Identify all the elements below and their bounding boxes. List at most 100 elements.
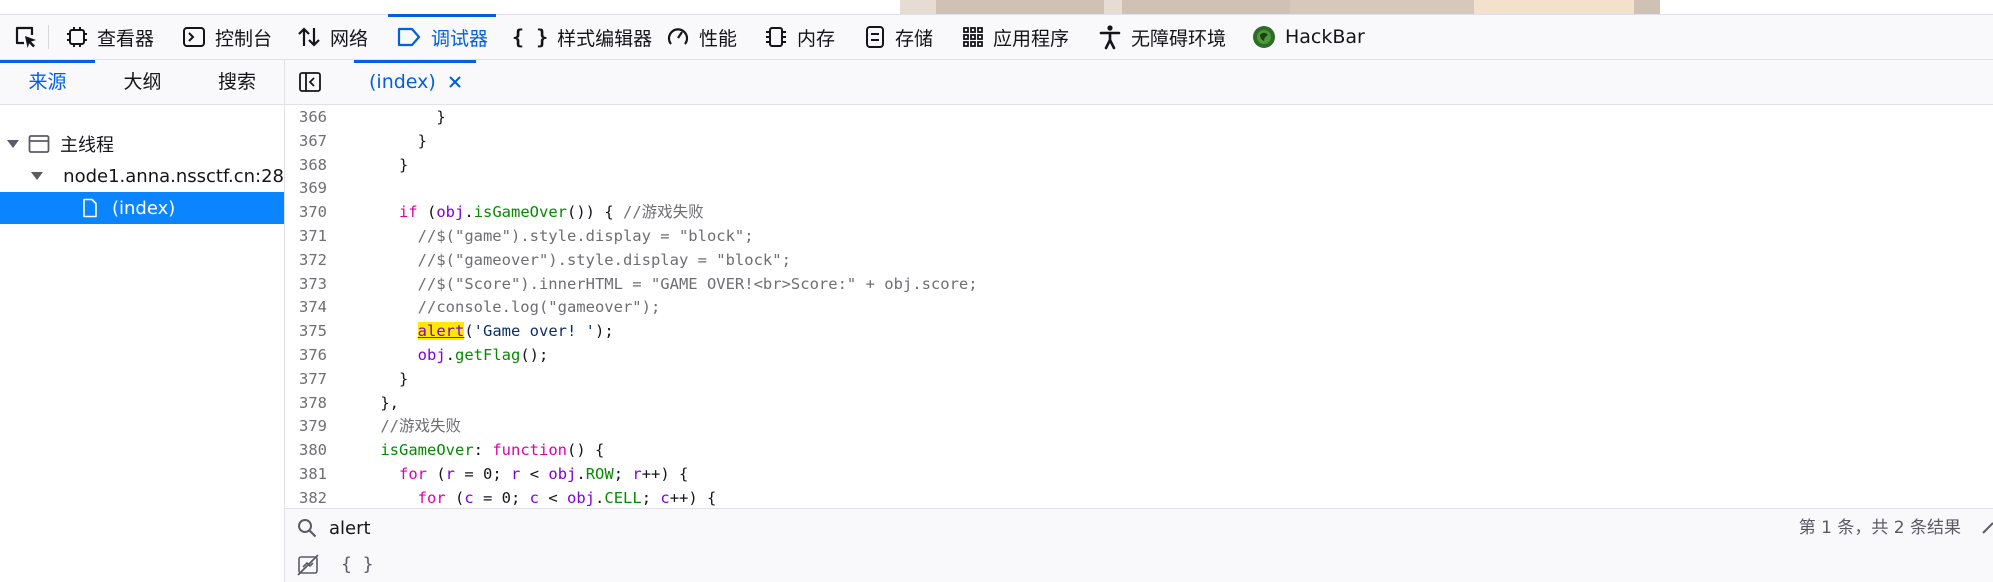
tab-memory[interactable]: 内存 [764, 15, 835, 59]
line-code: //$("Score").innerHTML = "GAME OVER!<br>… [343, 273, 978, 297]
page-content-strip [0, 0, 1993, 14]
tab-inspector[interactable]: 查看器 [66, 15, 154, 59]
code-token: . [464, 203, 474, 222]
code-token: < [520, 465, 549, 483]
code-token: ); [595, 322, 614, 341]
code-token: ; [641, 488, 661, 507]
line-number[interactable]: 367 [285, 130, 327, 154]
memory-icon [766, 27, 786, 47]
tree-item-index-file[interactable]: (index) [0, 192, 284, 224]
line-code: obj.getFlag(); [343, 344, 549, 368]
code-token: ++) { [641, 465, 689, 483]
line-number[interactable]: 372 [285, 249, 327, 273]
tab-accessibility[interactable]: 无障碍环境 [1098, 15, 1226, 59]
editor-tab-bar: (index) [285, 60, 1993, 105]
line-number[interactable]: 371 [285, 225, 327, 249]
code-editor[interactable]: 366 } 367 } 368 } 369 370 if (obj.isGameOver… [285, 106, 1993, 568]
tab-hackbar[interactable]: HackBar [1252, 15, 1365, 59]
chevron-down-icon[interactable] [31, 172, 43, 180]
devtools-toolbar: 查看器 控制台 网络 调试器 { } 样式编辑器 性能 内存 存储 应用程序 无… [0, 14, 1993, 60]
line-code: if (obj.isGameOver()) { //游戏失败 [343, 201, 704, 225]
page-image-fragment [1104, 0, 1122, 14]
code-line: 368 } [285, 154, 1993, 178]
tab-performance[interactable]: 性能 [666, 15, 737, 59]
tab-search[interactable]: 搜索 [190, 60, 284, 104]
tab-application[interactable]: 应用程序 [962, 15, 1069, 59]
code-token: . [595, 488, 605, 507]
line-number[interactable]: 376 [285, 344, 327, 368]
code-token: } [399, 155, 409, 174]
code-token: () { [566, 441, 605, 460]
network-icon [298, 27, 320, 47]
tab-storage[interactable]: 存储 [864, 15, 933, 59]
code-line: 371 //$("game").style.display = "block"; [285, 225, 1993, 249]
line-number[interactable]: 374 [285, 296, 327, 320]
tree-item-main-thread[interactable]: 主线程 [0, 128, 284, 160]
code-token: . [445, 346, 455, 364]
hackbar-icon [1253, 26, 1275, 48]
close-icon[interactable] [448, 75, 462, 89]
tree-item-label: node1.anna.nssctf.cn:28 [63, 165, 284, 187]
line-number[interactable]: 380 [285, 439, 327, 463]
tree-item-host[interactable]: node1.anna.nssctf.cn:28 [0, 160, 284, 192]
code-token: ( [445, 488, 465, 507]
pretty-print-button[interactable]: { } [341, 547, 374, 582]
line-number[interactable]: 369 [285, 177, 327, 201]
tab-debugger[interactable]: 调试器 [387, 14, 497, 59]
toggle-sidebar-icon[interactable] [298, 71, 322, 93]
page-image-fragment [900, 0, 936, 14]
storage-icon [866, 26, 884, 48]
code-token: ()) { [567, 203, 624, 222]
code-token: obj [417, 346, 446, 364]
code-line: 374 //console.log("gameover"); [285, 296, 1993, 320]
tab-label: HackBar [1285, 26, 1365, 48]
accessibility-icon [1099, 25, 1121, 50]
editor-search-bar: 第 1 条，共 2 条结果 [285, 508, 1993, 548]
search-input[interactable] [329, 514, 1229, 542]
line-code: alert('Game over! '); [343, 320, 614, 344]
tab-outline[interactable]: 大纲 [95, 60, 190, 104]
line-number[interactable]: 379 [285, 415, 327, 439]
code-token: (); [520, 346, 549, 364]
code-token: getFlag [455, 346, 521, 364]
code-token: isGameOver [473, 203, 568, 222]
code-line: 378 }, [285, 392, 1993, 416]
page-image-fragment [1634, 0, 1660, 14]
code-token: ; [613, 465, 633, 483]
no-source-map-icon[interactable] [297, 554, 319, 576]
code-token: for [417, 488, 446, 507]
inspector-icon [67, 27, 87, 47]
tab-sources[interactable]: 来源 [0, 60, 95, 104]
code-line: 367 } [285, 130, 1993, 154]
code-token: for [399, 465, 427, 483]
line-number[interactable]: 375 [285, 320, 327, 344]
chevron-down-icon[interactable] [7, 140, 19, 148]
line-number[interactable]: 370 [285, 201, 327, 225]
code-token: r [511, 465, 521, 483]
line-number[interactable]: 377 [285, 368, 327, 392]
line-number[interactable]: 368 [285, 154, 327, 178]
tab-console[interactable]: 控制台 [182, 15, 272, 59]
line-number[interactable]: 373 [285, 273, 327, 297]
code-token: if [399, 203, 418, 222]
line-number[interactable]: 378 [285, 392, 327, 416]
source-tab-label: (index) [369, 71, 436, 93]
more-icon[interactable] [1981, 519, 1993, 537]
element-picker-button[interactable] [8, 21, 44, 53]
code-token: //console.log("gameover"); [417, 298, 661, 317]
page-image-fragment [936, 0, 1104, 14]
code-line: 379 //游戏失败 [285, 415, 1993, 439]
performance-icon [667, 28, 689, 45]
tab-network[interactable]: 网络 [297, 15, 368, 59]
line-number[interactable]: 366 [285, 106, 327, 130]
tab-label: 无障碍环境 [1131, 27, 1227, 50]
code-token: //游戏失败 [380, 417, 461, 436]
tree-item-label: 主线程 [60, 135, 114, 156]
code-token: = 0; [455, 465, 512, 483]
code-token: } [399, 369, 409, 388]
code-token: 'Game over! ' [473, 322, 595, 341]
tab-style-editor[interactable]: { } 样式编辑器 [512, 15, 652, 59]
source-tab-index[interactable]: (index) [354, 60, 476, 104]
line-number[interactable]: 381 [285, 463, 327, 487]
search-icon [298, 519, 317, 538]
